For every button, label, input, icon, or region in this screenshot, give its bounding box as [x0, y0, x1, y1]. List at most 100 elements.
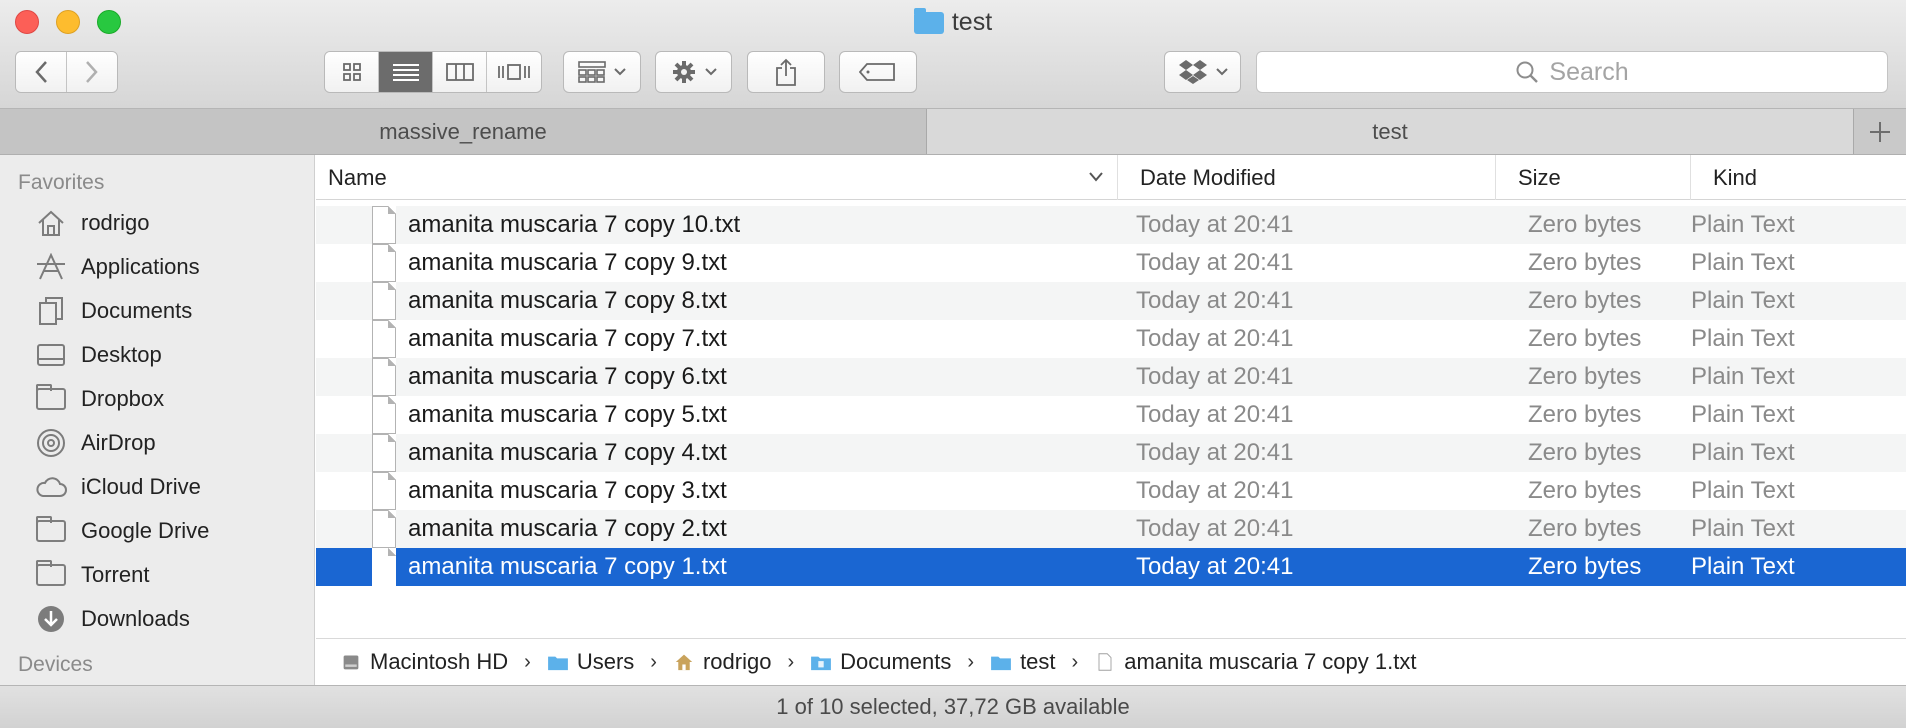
sidebar-item-airdrop[interactable]: AirDrop: [0, 421, 314, 465]
sidebar-item-downloads[interactable]: Downloads: [0, 597, 314, 641]
sidebar-item-label: AirDrop: [81, 430, 156, 455]
tags-button[interactable]: [839, 51, 917, 93]
sidebar-item-label: Desktop: [81, 342, 162, 367]
file-row[interactable]: amanita muscaria 7 copy 4.txt Today at 2…: [316, 434, 1906, 472]
path-separator: ›: [967, 650, 975, 673]
folder-icon: [35, 384, 67, 413]
file-date: Today at 20:41: [1136, 553, 1294, 580]
file-row[interactable]: amanita muscaria 7 copy 9.txt Today at 2…: [316, 244, 1906, 282]
file-size: Zero bytes: [1528, 363, 1642, 390]
documents-icon: [35, 297, 67, 325]
cover-flow-icon: [498, 64, 530, 80]
action-button[interactable]: [655, 51, 732, 93]
text-file-icon: [372, 282, 396, 320]
sort-chevron-down-icon: [1089, 172, 1103, 182]
file-date: Today at 20:41: [1136, 287, 1294, 314]
file-row[interactable]: amanita muscaria 7 copy 8.txt Today at 2…: [316, 282, 1906, 320]
chevron-down-icon: [1215, 68, 1228, 76]
sidebar-item-applications[interactable]: Applications: [0, 245, 314, 289]
file-kind: Plain Text: [1691, 211, 1795, 238]
file-name: amanita muscaria 7 copy 2.txt: [408, 515, 727, 542]
sidebar-item-label: Documents: [81, 298, 193, 323]
tab-massive-rename[interactable]: massive_rename: [0, 109, 927, 154]
path-item-documents[interactable]: Documents: [810, 649, 951, 675]
text-file-icon: [372, 396, 396, 434]
file-name: amanita muscaria 7 copy 8.txt: [408, 287, 727, 314]
chevron-right-icon: [85, 61, 98, 83]
file-kind: Plain Text: [1691, 553, 1795, 580]
file-name: amanita muscaria 7 copy 6.txt: [408, 363, 727, 390]
file-date: Today at 20:41: [1136, 363, 1294, 390]
arrange-button[interactable]: [563, 51, 641, 93]
path-item-file[interactable]: amanita muscaria 7 copy 1.txt: [1094, 649, 1416, 675]
sidebar-item-google-drive[interactable]: Google Drive: [0, 509, 314, 553]
file-row-selected[interactable]: amanita muscaria 7 copy 1.txt Today at 2…: [316, 548, 1906, 586]
applications-icon: [35, 253, 67, 281]
file-kind: Plain Text: [1691, 401, 1795, 428]
text-file-icon: [372, 244, 396, 282]
file-size: Zero bytes: [1528, 287, 1642, 314]
path-item-test[interactable]: test: [990, 649, 1056, 675]
cover-flow-button[interactable]: [487, 52, 541, 92]
sidebar-item-torrent[interactable]: Torrent: [0, 553, 314, 597]
sidebar-item-desktop[interactable]: Desktop: [0, 333, 314, 377]
path-item-rodrigo[interactable]: rodrigo: [673, 649, 771, 675]
search-input[interactable]: Search: [1256, 51, 1888, 93]
file-kind: Plain Text: [1691, 325, 1795, 352]
file-name: amanita muscaria 7 copy 5.txt: [408, 401, 727, 428]
new-tab-button[interactable]: [1853, 109, 1906, 154]
sidebar-item-label: Torrent: [81, 562, 150, 587]
text-file-icon: [372, 206, 396, 244]
file-size: Zero bytes: [1528, 401, 1642, 428]
file-size: Zero bytes: [1528, 515, 1642, 542]
sidebar-item-rodrigo[interactable]: rodrigo: [0, 201, 314, 245]
share-button[interactable]: [747, 51, 825, 93]
file-row[interactable]: amanita muscaria 7 copy 5.txt Today at 2…: [316, 396, 1906, 434]
sidebar-heading-favorites: Favorites: [18, 171, 105, 194]
text-file-icon: [372, 472, 396, 510]
sidebar-item-label: Google Drive: [81, 518, 210, 543]
file-size: Zero bytes: [1528, 249, 1642, 276]
file-name: amanita muscaria 7 copy 3.txt: [408, 477, 727, 504]
path-separator: ›: [787, 650, 795, 673]
path-item-macintosh-hd[interactable]: Macintosh HD: [340, 649, 508, 675]
text-file-icon: [372, 548, 396, 586]
file-name: amanita muscaria 7 copy 10.txt: [408, 211, 741, 238]
file-rows: amanita muscaria 7 copy 10.txt Today at …: [316, 206, 1906, 586]
path-bar: Macintosh HD › Users › rodrigo › Documen…: [316, 638, 1906, 685]
share-icon: [776, 58, 796, 86]
forward-button[interactable]: [66, 52, 117, 92]
file-name: amanita muscaria 7 copy 4.txt: [408, 439, 727, 466]
column-header-date-modified[interactable]: Date Modified: [1118, 155, 1496, 200]
list-view-button[interactable]: [379, 52, 433, 92]
column-header-size[interactable]: Size: [1496, 155, 1691, 200]
finder-window: test Search massive_rename test Favorite…: [0, 0, 1906, 728]
sidebar-item-documents[interactable]: Documents: [0, 289, 314, 333]
folder-icon: [913, 7, 944, 34]
file-row[interactable]: amanita muscaria 7 copy 10.txt Today at …: [316, 206, 1906, 244]
icon-view-button[interactable]: [325, 52, 379, 92]
sidebar-item-dropbox[interactable]: Dropbox: [0, 377, 314, 421]
dropbox-button[interactable]: [1164, 51, 1241, 93]
file-kind: Plain Text: [1691, 287, 1795, 314]
file-name: amanita muscaria 7 copy 9.txt: [408, 249, 727, 276]
sidebar-item-label: rodrigo: [81, 210, 150, 235]
sidebar-item-label: Downloads: [81, 606, 190, 631]
file-size: Zero bytes: [1528, 439, 1642, 466]
sidebar-item-icloud-drive[interactable]: iCloud Drive: [0, 465, 314, 509]
sidebar-item-label: iCloud Drive: [81, 474, 201, 499]
back-button[interactable]: [16, 52, 67, 92]
tag-icon: [859, 63, 895, 81]
file-row[interactable]: amanita muscaria 7 copy 2.txt Today at 2…: [316, 510, 1906, 548]
tab-test[interactable]: test: [927, 109, 1853, 154]
file-row[interactable]: amanita muscaria 7 copy 3.txt Today at 2…: [316, 472, 1906, 510]
column-header-name[interactable]: Name: [316, 155, 1118, 200]
column-header-kind[interactable]: Kind: [1691, 155, 1906, 200]
path-separator: ›: [524, 650, 531, 673]
text-file-icon: [372, 320, 396, 358]
file-row[interactable]: amanita muscaria 7 copy 7.txt Today at 2…: [316, 320, 1906, 358]
column-view-button[interactable]: [433, 52, 487, 92]
file-date: Today at 20:41: [1136, 211, 1294, 238]
file-row[interactable]: amanita muscaria 7 copy 6.txt Today at 2…: [316, 358, 1906, 396]
path-item-users[interactable]: Users: [547, 649, 634, 675]
